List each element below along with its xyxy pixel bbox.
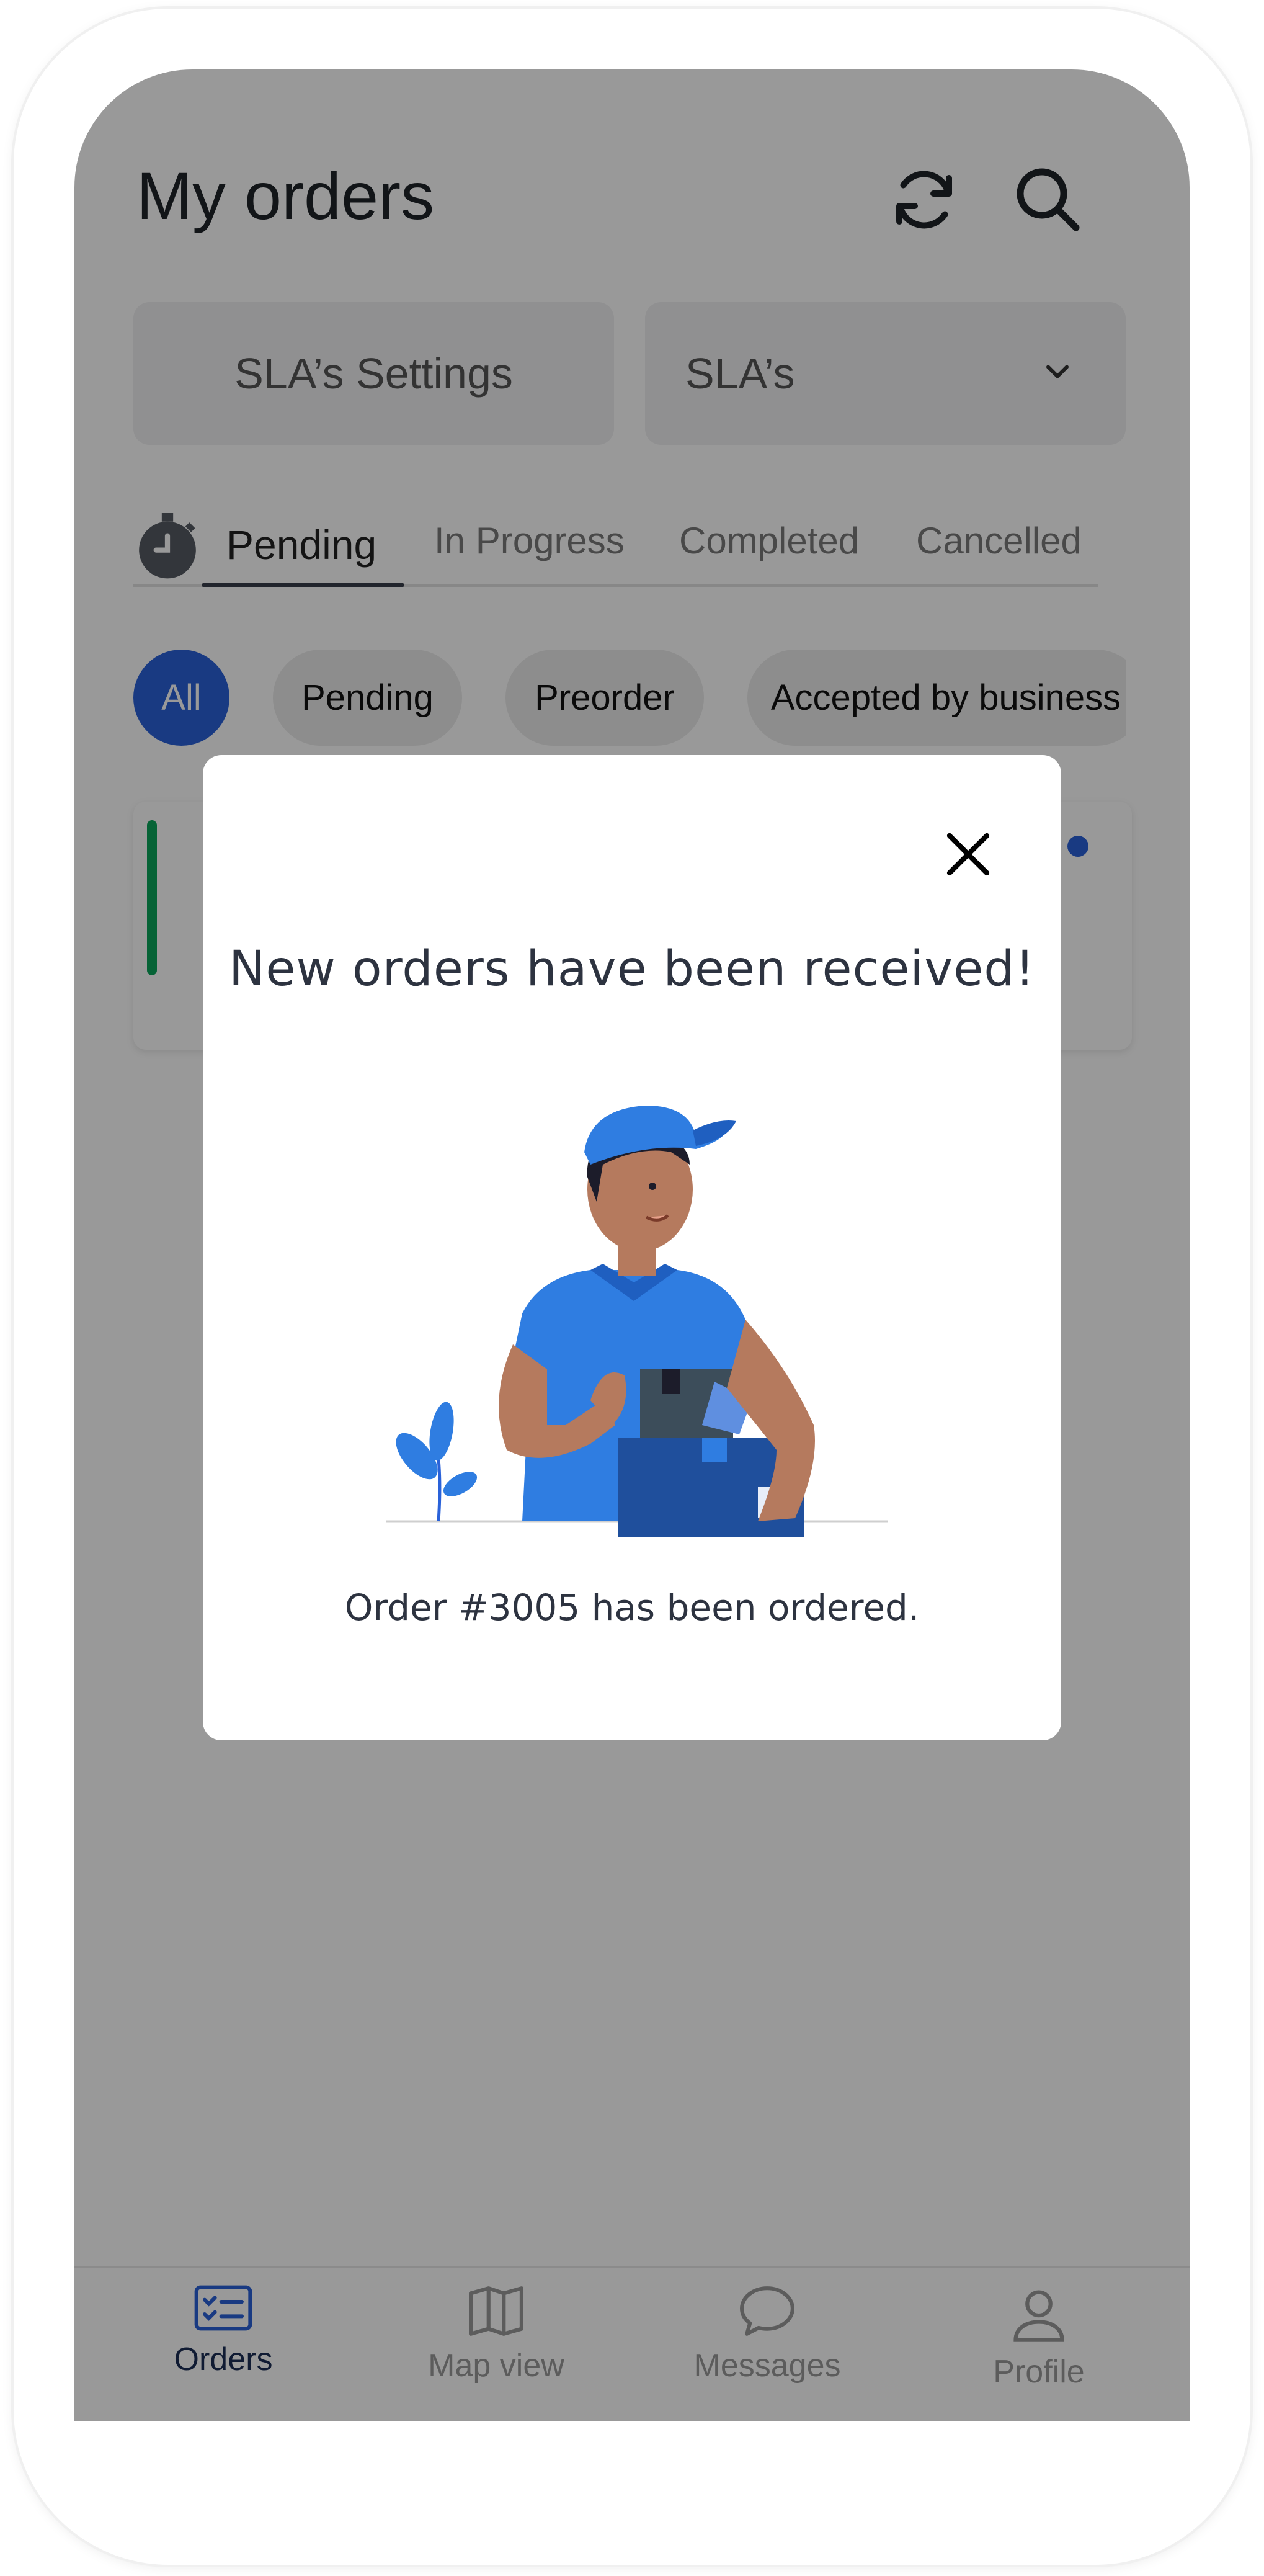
app-screen: My orders SLA’s Settings SLA’s Pending I…: [74, 69, 1190, 2421]
plant-icon: [396, 1402, 478, 1522]
dialog-title: New orders have been received!: [228, 941, 1036, 997]
new-orders-dialog: New orders have been received! Order #30…: [203, 755, 1061, 1740]
close-icon: [946, 833, 990, 876]
delivery-person-illustration: [386, 1106, 888, 1537]
dialog-message: Order #3005 has been ordered.: [344, 1586, 920, 1629]
close-button[interactable]: [934, 820, 1002, 888]
